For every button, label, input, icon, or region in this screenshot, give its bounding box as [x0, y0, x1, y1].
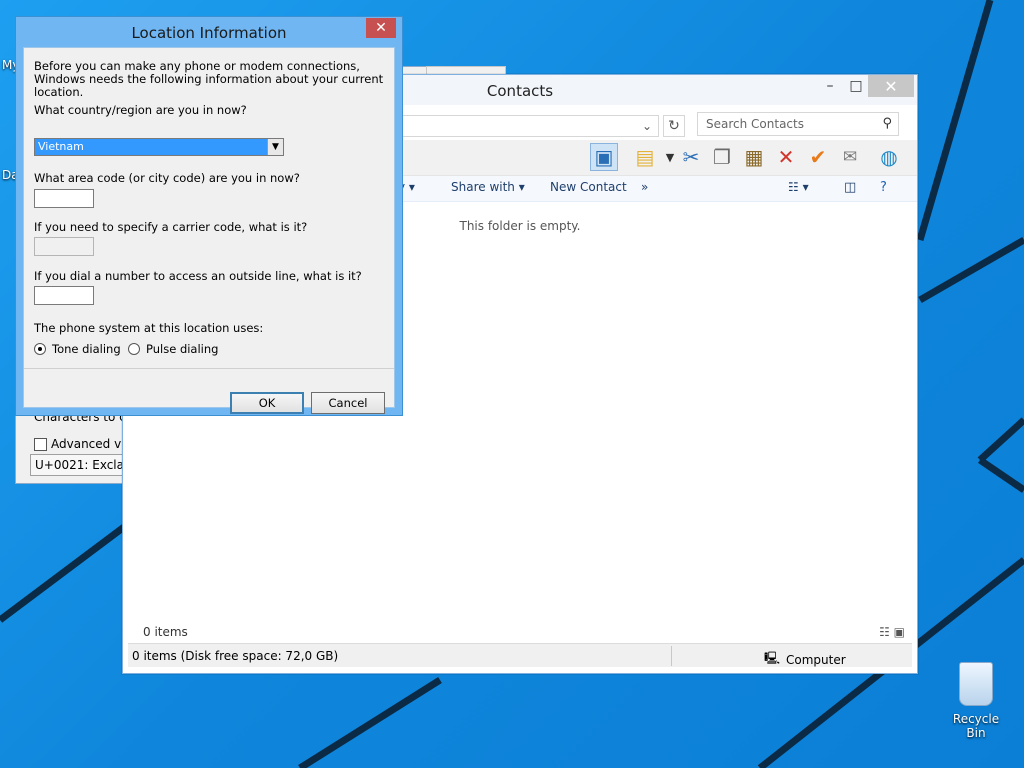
dialog-body: Before you can make any phone or modem c…	[23, 47, 395, 414]
recycle-bin-icon[interactable]	[959, 662, 993, 706]
dialog-close-button[interactable]: ✕	[366, 18, 396, 38]
pulse-dialing-label: Pulse dialing	[146, 342, 219, 356]
search-placeholder: Search Contacts	[706, 117, 804, 131]
pulse-dialing-radio[interactable]: Pulse dialing	[128, 342, 218, 356]
copy-icon[interactable]: ❐	[708, 143, 736, 171]
cancel-button[interactable]: Cancel	[311, 392, 385, 414]
paste-icon[interactable]: ▦	[740, 143, 768, 171]
new-contact-button[interactable]: New Contact	[550, 180, 627, 194]
recycle-bin[interactable]: Recycle Bin	[944, 662, 1008, 740]
location-information-dialog[interactable]: Location Information ✕ Before you can ma…	[15, 16, 403, 416]
outside-line-input[interactable]	[34, 286, 94, 305]
more-commands-button[interactable]: »	[641, 180, 648, 194]
check-icon[interactable]: ✔	[804, 143, 832, 171]
tone-dialing-label: Tone dialing	[52, 342, 121, 356]
dialog-separator	[24, 368, 394, 369]
computer-icon: 🖳	[764, 651, 781, 665]
delete-icon[interactable]: ✕	[772, 143, 800, 171]
search-input[interactable]: Search Contacts ⚲	[697, 112, 899, 136]
close-button[interactable]: ✕	[868, 75, 914, 97]
refresh-icon[interactable]: ↻	[663, 115, 685, 137]
search-icon[interactable]: ⚲	[882, 116, 892, 131]
maximize-button[interactable]: □	[841, 75, 871, 97]
status-divider	[671, 646, 672, 666]
carrier-code-input[interactable]	[34, 237, 94, 256]
country-label: What country/region are you in now?	[34, 103, 247, 117]
radio-button[interactable]	[34, 343, 46, 355]
preview-pane-icon[interactable]: ▣	[590, 143, 618, 171]
area-code-label: What area code (or city code) are you in…	[34, 171, 300, 185]
status-location: 🖳 Computer	[764, 649, 846, 670]
item-count: 0 items	[143, 625, 188, 639]
properties-icon[interactable]: ✉	[836, 143, 864, 171]
outside-line-label: If you dial a number to access an outsid…	[34, 269, 362, 283]
folder-properties-icon[interactable]: ▤	[631, 143, 659, 171]
dialog-title: Location Information	[131, 24, 287, 42]
phone-system-label: The phone system at this location uses:	[34, 321, 264, 335]
address-bar[interactable]	[397, 115, 659, 137]
country-select[interactable]: Vietnam ▼	[34, 138, 284, 156]
checkbox-box[interactable]	[34, 437, 47, 451]
share-with-button[interactable]: Share with ▾	[451, 180, 525, 194]
view-options-button[interactable]: ☷ ▾	[788, 180, 809, 194]
carrier-code-label: If you need to specify a carrier code, w…	[34, 220, 308, 234]
cut-icon[interactable]: ✂	[677, 143, 705, 171]
intro-text: Before you can make any phone or modem c…	[34, 59, 384, 99]
recycle-bin-label: Recycle Bin	[952, 712, 1000, 740]
status-bar: 0 items (Disk free space: 72,0 GB) 🖳 Comp…	[128, 643, 912, 667]
chevron-down-icon[interactable]: ⌄	[642, 119, 652, 133]
chevron-down-icon[interactable]: ▼	[267, 139, 283, 155]
radio-button[interactable]	[128, 343, 140, 355]
country-value: Vietnam	[38, 140, 84, 153]
view-toggle-icons[interactable]: ☷ ▣	[879, 625, 905, 639]
preview-pane-toggle[interactable]: ◫	[844, 180, 856, 195]
ok-button[interactable]: OK	[230, 392, 304, 414]
status-text: 0 items (Disk free space: 72,0 GB)	[132, 649, 339, 663]
globe-icon[interactable]: ◍	[875, 143, 903, 171]
area-code-input[interactable]	[34, 189, 94, 208]
help-icon[interactable]: ?	[880, 180, 887, 195]
tone-dialing-radio[interactable]: Tone dialing	[34, 342, 121, 356]
